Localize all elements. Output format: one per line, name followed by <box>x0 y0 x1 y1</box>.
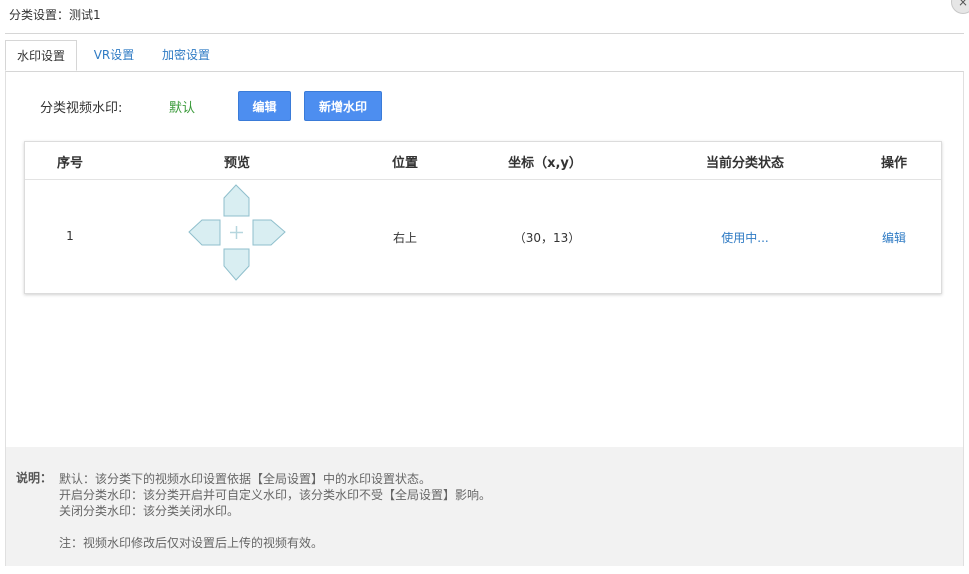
notes-panel: 说明： 默认：该分类下的视频水印设置依据【全局设置】中的水印设置状态。 开启分类… <box>6 447 963 566</box>
watermark-table: 序号 预览 位置 坐标（x,y） 当前分类状态 操作 1 右上 （30，13） … <box>24 141 942 294</box>
note-line: 默认：该分类下的视频水印设置依据【全局设置】中的水印设置状态。 <box>59 472 432 486</box>
close-icon[interactable]: × <box>951 0 969 14</box>
tab-vr[interactable]: VR设置 <box>87 40 141 71</box>
header-preview: 预览 <box>223 156 251 171</box>
dpad-position-icon <box>188 184 286 282</box>
edit-button[interactable]: 编辑 <box>238 91 291 121</box>
row-coords: （30，13） <box>513 231 581 245</box>
row-status[interactable]: 使用中... <box>721 229 768 246</box>
watermark-label: 分类视频水印: <box>40 101 123 116</box>
row-position: 右上 <box>392 231 418 245</box>
note-line: 注：视频水印修改后仅对设置后上传的视频有效。 <box>59 536 324 550</box>
header-action: 操作 <box>880 156 908 171</box>
header-coords: 坐标（x,y） <box>508 156 582 171</box>
row-edit-link[interactable]: 编辑 <box>882 229 906 246</box>
notes-heading: 说明： <box>16 471 53 485</box>
dialog-title: 分类设置：测试1 <box>9 8 101 22</box>
row-index: 1 <box>66 229 74 243</box>
tab-watermark[interactable]: 水印设置 <box>5 40 77 71</box>
note-line: 关闭分类水印：该分类关闭水印。 <box>59 504 240 518</box>
header-status: 当前分类状态 <box>705 156 785 171</box>
header-index: 序号 <box>56 156 84 171</box>
table-header: 序号 预览 位置 坐标（x,y） 当前分类状态 操作 <box>25 142 941 180</box>
title-divider <box>5 33 964 34</box>
tab-encryption[interactable]: 加密设置 <box>155 40 217 71</box>
header-position: 位置 <box>391 156 419 171</box>
note-line: 开启分类水印：该分类开启并可自定义水印，该分类水印不受【全局设置】影响。 <box>59 488 492 502</box>
watermark-value: 默认 <box>169 101 196 116</box>
add-watermark-button[interactable]: 新增水印 <box>304 91 382 121</box>
tab-bar: 水印设置 VR设置 加密设置 <box>5 40 964 71</box>
